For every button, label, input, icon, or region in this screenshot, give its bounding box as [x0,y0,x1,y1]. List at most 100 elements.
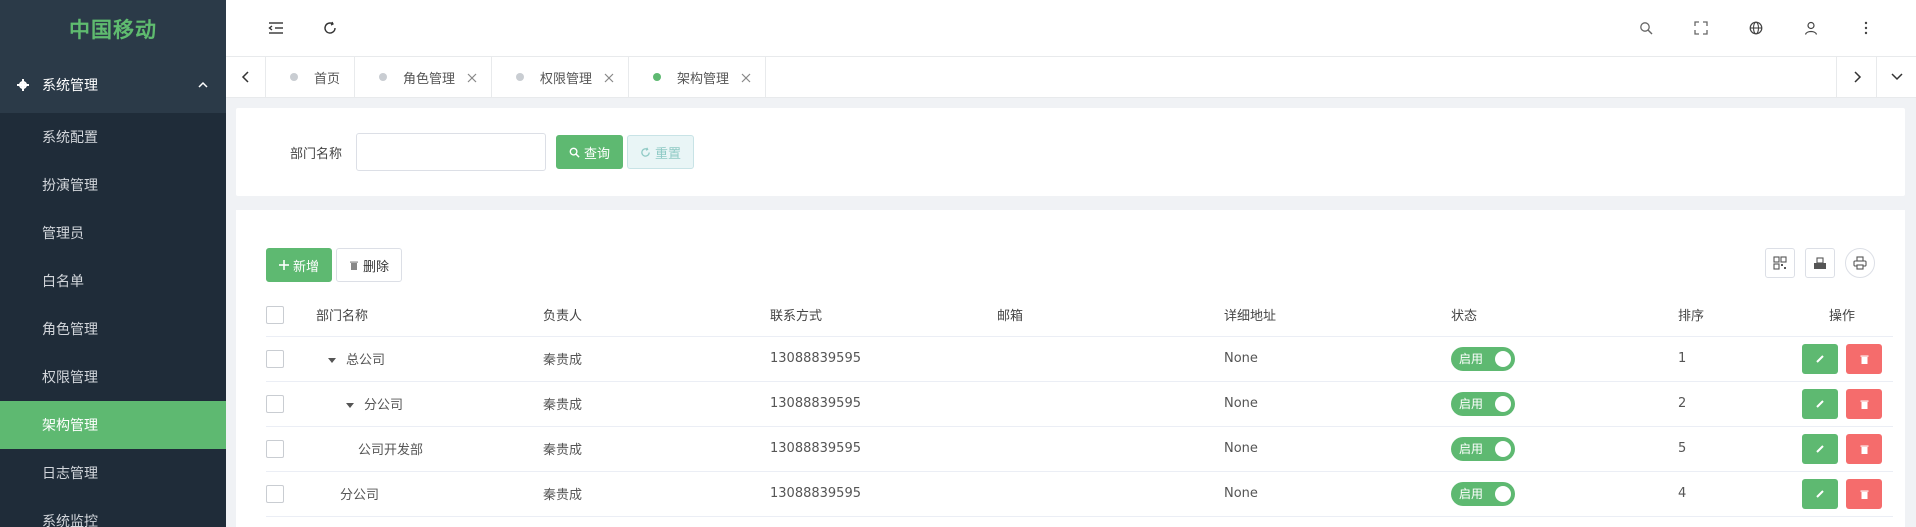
tab-home[interactable]: 首页 [266,57,356,97]
cell-address: None [1224,426,1451,472]
table-tools [1765,248,1875,278]
delete-row-button[interactable] [1846,388,1883,419]
dept-name-input[interactable] [356,133,547,171]
row-checkbox[interactable] [266,394,284,413]
delete-row-button[interactable] [1846,433,1883,464]
close-icon[interactable] [604,72,614,83]
status-toggle[interactable]: 启用 [1451,346,1515,371]
tree-expand-icon[interactable] [328,358,336,363]
print-button[interactable] [1845,248,1875,278]
status-toggle[interactable]: 启用 [1451,391,1515,416]
columns-toggle-button[interactable] [1765,248,1795,278]
close-icon[interactable] [741,72,751,83]
tab-permissions[interactable]: 权限管理 [492,57,630,97]
grid-icon [1773,256,1787,270]
tab-scroll-left-icon[interactable] [226,57,266,97]
row-checkbox[interactable] [266,484,284,503]
cell-leader: 秦贵成 [543,336,770,382]
sidebar-item-org[interactable]: 架构管理 [0,401,226,449]
row-checkbox[interactable] [266,439,284,458]
col-contact[interactable]: 联系方式 [770,294,997,337]
search-icon [569,147,580,158]
tab-scroll-right-icon[interactable] [1836,57,1876,97]
pencil-icon [1816,399,1824,408]
cell-order: 1 [1678,336,1791,382]
delete-row-button[interactable] [1846,343,1883,374]
pencil-icon [1816,444,1824,453]
tab-status-dot [379,73,388,81]
col-order[interactable]: 排序 [1678,294,1791,337]
tree-expand-icon[interactable] [346,403,354,408]
tab-bar: 首页 角色管理 权限管理 架构管理 [226,57,1916,98]
tab-dropdown-icon[interactable] [1876,57,1916,97]
status-toggle[interactable]: 启用 [1451,436,1515,461]
export-button[interactable] [1805,248,1835,278]
sidebar-item-monitor[interactable]: 系统监控 [0,497,226,527]
trash-icon [350,261,359,270]
table-header-row: 部门名称 负责人 联系方式 邮箱 详细地址 状态 排序 操作 [266,294,1893,337]
cell-leader: 秦贵成 [543,381,770,427]
trash-icon [1860,355,1869,364]
sidebar-item-admin[interactable]: 管理员 [0,209,226,257]
col-email[interactable]: 邮箱 [997,294,1224,337]
col-leader[interactable]: 负责人 [543,294,770,337]
tab-roles[interactable]: 角色管理 [355,57,493,97]
sidebar-item-permissions[interactable]: 权限管理 [0,353,226,401]
status-toggle-label: 启用 [1459,487,1484,501]
query-button-label: 查询 [584,146,611,162]
trash-icon [1860,490,1869,499]
tab-org[interactable]: 架构管理 [629,57,767,97]
more-vertical-icon[interactable] [1856,18,1876,38]
trash-icon [1860,445,1869,454]
refresh-icon[interactable] [320,18,340,38]
sidebar-item-system-config[interactable]: 系统配置 [0,113,226,161]
delete-row-button[interactable] [1846,478,1883,509]
pencil-icon [1816,489,1824,498]
toggle-knob [1495,440,1511,457]
sidebar-item-logs[interactable]: 日志管理 [0,449,226,497]
cell-dept-name: 公司开发部 [358,443,424,458]
fullscreen-icon[interactable] [1691,18,1711,38]
col-address[interactable]: 详细地址 [1224,294,1451,337]
status-toggle[interactable]: 启用 [1451,481,1515,506]
menu-group-system[interactable]: 系统管理 [0,57,226,113]
menu-group-label: 系统管理 [42,78,98,94]
sidebar-item-label: 架构管理 [42,418,98,434]
sidebar-item-roles[interactable]: 角色管理 [0,305,226,353]
tab-label: 架构管理 [677,71,730,87]
user-icon[interactable] [1801,18,1821,38]
table-panel: 新增 删除 部门名称 负责人 联系方式 邮箱 详细地址 状态 排序 操作 总公司… [236,210,1905,527]
sidebar-item-roleplay[interactable]: 扮演管理 [0,161,226,209]
edit-button[interactable] [1801,343,1838,374]
search-icon[interactable] [1636,18,1656,38]
status-toggle-label: 启用 [1459,397,1484,411]
edit-button[interactable] [1801,478,1838,509]
row-checkbox[interactable] [266,349,284,368]
delete-button[interactable]: 删除 [336,248,403,282]
reset-button[interactable]: 重置 [627,135,695,169]
status-toggle-label: 启用 [1459,352,1484,366]
select-all-checkbox[interactable] [266,305,284,324]
cell-contact: 13088839595 [770,336,997,382]
close-icon[interactable] [467,72,477,83]
cell-address: None [1224,471,1451,517]
col-dept-name[interactable]: 部门名称 [316,294,543,337]
tab-label: 权限管理 [540,71,593,87]
edit-button[interactable] [1801,388,1838,419]
plus-icon [279,260,289,270]
cell-order: 2 [1678,381,1791,427]
sidebar-item-whitelist[interactable]: 白名单 [0,257,226,305]
delete-button-label: 删除 [363,259,390,275]
sidebar-item-label: 角色管理 [42,322,98,338]
table-row: 分公司 秦贵成 13088839595 None 启用 2 [266,381,1893,427]
cell-order: 5 [1678,426,1791,472]
search-panel: 部门名称 查询 重置 [236,108,1905,196]
cell-contact: 13088839595 [770,426,997,472]
cell-dept-name: 总公司 [346,353,386,368]
edit-button[interactable] [1801,433,1838,464]
menu-fold-icon[interactable] [266,18,286,38]
add-button[interactable]: 新增 [266,248,333,282]
col-status[interactable]: 状态 [1451,294,1678,337]
query-button[interactable]: 查询 [556,135,624,169]
globe-icon[interactable] [1746,18,1766,38]
